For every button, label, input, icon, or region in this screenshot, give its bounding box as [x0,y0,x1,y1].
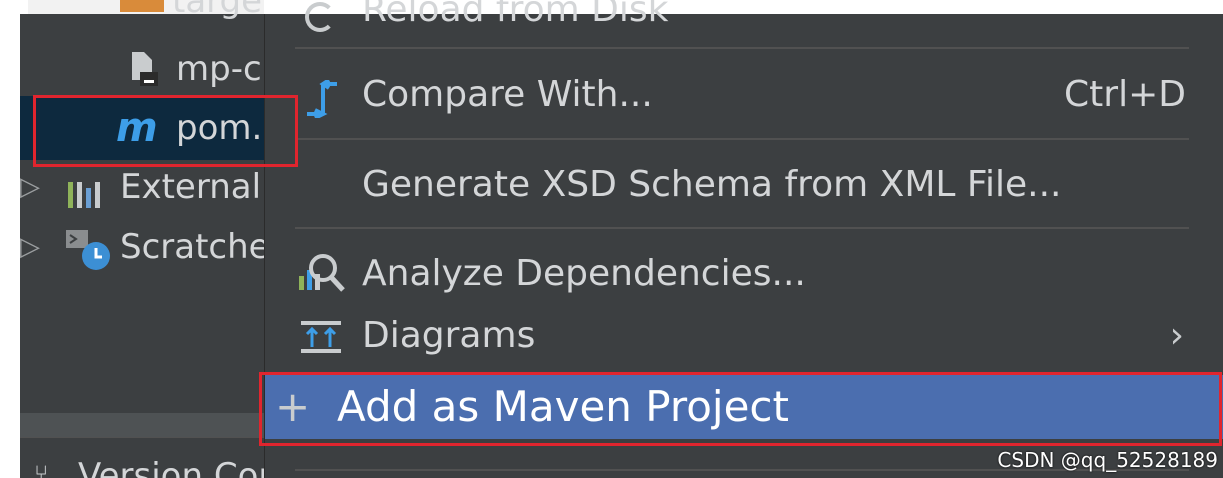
tree-item-target[interactable]: targe [20,0,264,28]
menu-item-label: Compare With... [362,74,653,115]
menu-item-generate-xsd-schema[interactable]: Generate XSD Schema from XML File... [265,155,1223,215]
submenu-arrow-icon: › [1169,315,1184,356]
compare-icon [299,77,347,120]
tree-item-label: External [120,167,262,207]
menu-item-label: Analyze Dependencies... [362,253,806,294]
menu-item-label: Diagrams [362,315,536,356]
menu-item-add-as-maven-project[interactable]: + Add as Maven Project [265,375,1223,439]
menu-item-analyze-dependencies[interactable]: Analyze Dependencies... [265,244,1223,304]
tree-item-label: targe [172,0,263,21]
scratch-icon [64,228,116,288]
plus-icon: + [275,382,311,431]
menu-separator [295,138,1189,140]
analyze-dependencies-icon [299,252,347,292]
menu-item-diagrams[interactable]: Diagrams › [265,306,1223,366]
menu-separator [295,227,1189,229]
maven-m-icon: m [116,105,158,151]
tree-item-label: mp-c [176,49,262,89]
menu-separator [295,47,1189,49]
project-tree-panel: targe mp-c m pom. ▷ External ▷ Scratche … [20,0,264,478]
horizontal-scrollbar[interactable] [20,413,264,437]
branch-icon: ⑂ [34,460,49,478]
tree-item-label: Scratche [120,227,264,267]
reload-icon [305,2,335,32]
menu-item-reload-from-disk[interactable]: Reload from Disk [265,0,1223,40]
tree-item-pom[interactable]: m pom. [20,96,264,160]
context-menu: Reload from Disk Compare With... Ctrl+D … [264,0,1223,478]
diagrams-icon [299,316,347,354]
library-icon [66,172,110,226]
version-control-tab[interactable]: ⑂ Version Cor [20,437,264,478]
folder-icon [120,0,164,12]
tree-item-mp-c[interactable]: mp-c [20,42,264,96]
expand-chevron-icon[interactable]: ▷ [20,220,40,274]
menu-item-label: Reload from Disk [362,0,669,30]
tree-item-label: pom. [176,108,263,148]
watermark-text: CSDN @qq_52528189 [997,448,1218,472]
menu-item-label: Add as Maven Project [337,382,789,431]
menu-item-compare-with[interactable]: Compare With... Ctrl+D [265,65,1223,125]
tree-item-scratches[interactable]: ▷ Scratche [20,220,264,274]
expand-chevron-icon[interactable]: ▷ [20,160,40,214]
tree-item-external-libraries[interactable]: ▷ External [20,160,264,214]
menu-item-shortcut: Ctrl+D [1064,74,1186,115]
menu-item-label: Generate XSD Schema from XML File... [362,164,1062,205]
version-control-label: Version Cor [78,456,264,478]
